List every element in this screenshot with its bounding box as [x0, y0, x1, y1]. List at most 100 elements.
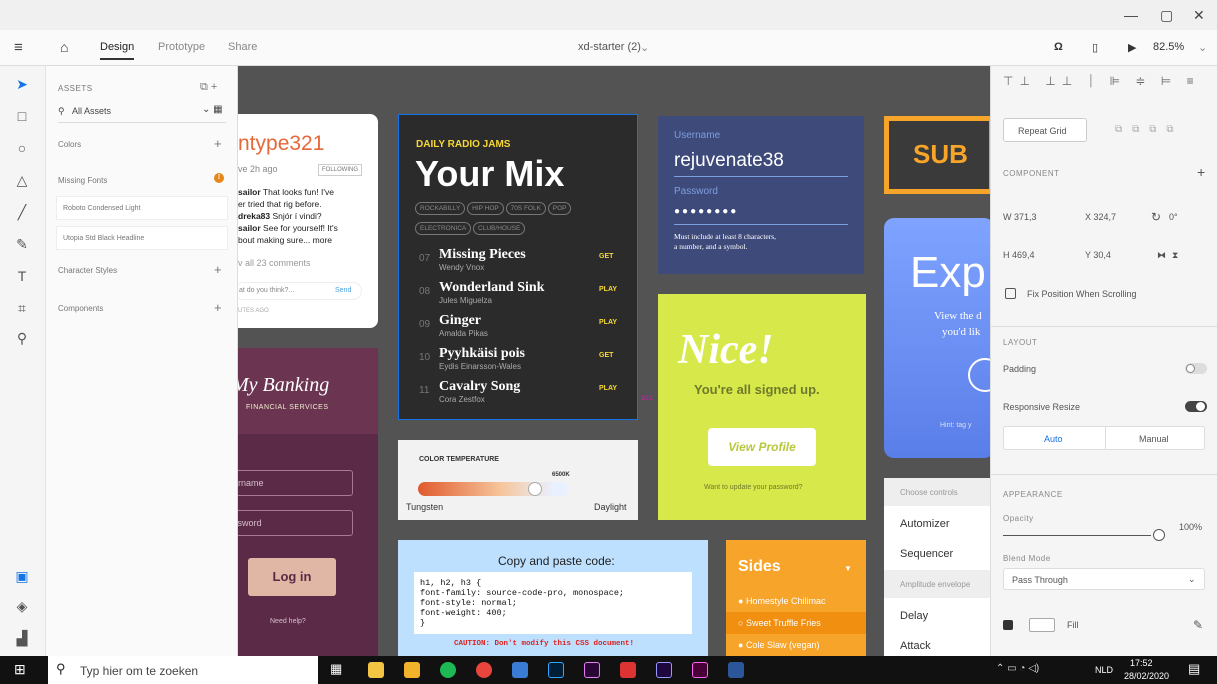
mix-card[interactable]: DAILY RADIO JAMS Your Mix ROCKABILLY HIP…	[398, 114, 638, 420]
code-block[interactable]: h1, h2, h3 {font-family: source-code-pro…	[414, 572, 692, 634]
line-tool-icon[interactable]: ╱	[12, 202, 32, 222]
add-component-icon[interactable]: +	[214, 300, 222, 315]
opacity-slider[interactable]	[1003, 535, 1151, 536]
auto-option[interactable]: Auto	[1044, 434, 1063, 444]
clock-date[interactable]: 28/02/2020	[1124, 671, 1169, 681]
taskbar-search[interactable]: ⚲ Typ hier om te zoeken	[48, 656, 318, 684]
x-field[interactable]: X 324,7	[1085, 212, 1116, 222]
blend-mode-select[interactable]: Pass Through ⌄	[1003, 568, 1205, 590]
device-preview-icon[interactable]: ▯	[1092, 41, 1098, 54]
task-view-icon[interactable]: ▦	[330, 661, 342, 677]
color-temperature-card[interactable]: COLOR TEMPERATURE 6500K Tungsten Dayligh…	[398, 440, 638, 520]
tag[interactable]: 70S FOLK	[505, 202, 546, 215]
track-row[interactable]: 10 Pyyhkäisi pois Eydis Einarsson-Wales GET	[399, 344, 637, 374]
chevron-down-icon[interactable]: ▼	[844, 564, 852, 573]
fix-position-checkbox[interactable]	[1005, 288, 1016, 299]
grid-view-icon[interactable]: ⌄ ▦	[202, 104, 223, 115]
social-card[interactable]: ntype321 ve 2h ago FOLLOWING sailor That…	[238, 114, 378, 328]
after-effects-icon[interactable]	[656, 662, 672, 678]
font-item[interactable]: Utopia Std Black Headline	[56, 226, 228, 250]
update-password-link[interactable]: Want to update your password?	[704, 484, 803, 491]
subscribe-card[interactable]: SUB	[884, 116, 990, 194]
layers-icon[interactable]: ◈	[12, 596, 32, 616]
store-icon[interactable]	[368, 662, 384, 678]
maximize-button[interactable]: ▢	[1160, 7, 1173, 24]
sides-card[interactable]: Sides ▼ ● Homestyle Chilimac ○ Sweet Tru…	[726, 540, 866, 656]
track-row[interactable]: 11 Cavalry Song Cora Zestfox PLAY	[399, 377, 637, 407]
plugins-icon[interactable]: ▟	[12, 628, 32, 648]
zoom-level[interactable]: 82.5%	[1153, 41, 1184, 53]
control-item-attack[interactable]: Attack	[900, 640, 931, 652]
xd-icon[interactable]	[692, 662, 708, 678]
notifications-icon[interactable]: ▤	[1188, 661, 1200, 677]
app-icon[interactable]	[512, 662, 528, 678]
windows-start-icon[interactable]: ⊞	[14, 661, 26, 678]
list-item[interactable]: ○ Sweet Truffle Fries	[726, 612, 866, 634]
control-item-delay[interactable]: Delay	[900, 610, 928, 622]
list-item[interactable]: ● Cole Slaw (vegan)	[726, 634, 866, 656]
hamburger-menu-icon[interactable]: ≡	[14, 39, 23, 56]
password-field[interactable]: ssword	[238, 510, 353, 536]
play-icon[interactable]: ▶	[1128, 41, 1136, 54]
add-component-icon[interactable]: +	[1197, 164, 1205, 180]
align-tools-icon[interactable]: ⊤⊥ ⊥⊥ ⏐ ⊫ ≑ ⊨ ≡	[1003, 74, 1200, 89]
character-styles-section[interactable]: Character Styles	[58, 266, 117, 275]
colors-section[interactable]: Colors	[58, 140, 81, 149]
text-tool-icon[interactable]: T	[12, 266, 32, 286]
tag[interactable]: ELECTRONICA	[415, 222, 472, 235]
add-character-style-icon[interactable]: +	[214, 262, 222, 277]
slider-handle[interactable]	[528, 482, 542, 496]
track-row[interactable]: 08 Wonderland Sink Jules Miguelza PLAY	[399, 278, 637, 308]
track-row[interactable]: 09 Ginger Amalda Pikas PLAY	[399, 311, 637, 341]
assets-panel-icon[interactable]: ▣	[12, 566, 32, 586]
rotation-field[interactable]: 0°	[1169, 212, 1178, 222]
minimize-button[interactable]: —	[1124, 7, 1138, 23]
banking-card[interactable]: My Banking FINANCIAL SERVICES ername ssw…	[238, 348, 378, 656]
login-card[interactable]: Username rejuvenate38 Password ●●●●●●●● …	[658, 116, 864, 274]
opacity-value[interactable]: 100%	[1179, 522, 1202, 532]
follow-button[interactable]: FOLLOWING	[318, 164, 363, 176]
control-item-sequencer[interactable]: Sequencer	[900, 548, 953, 560]
tag[interactable]: POP	[547, 202, 572, 215]
padding-toggle[interactable]	[1185, 363, 1207, 374]
track-action-button[interactable]: PLAY	[599, 286, 617, 293]
send-button[interactable]: Send	[335, 287, 351, 294]
tag[interactable]: ROCKABILLY	[415, 202, 466, 215]
add-color-icon[interactable]: +	[214, 136, 222, 151]
eyedropper-icon[interactable]: ✎	[1193, 618, 1203, 632]
ellipse-tool-icon[interactable]: ○	[12, 138, 32, 158]
system-tray-icons[interactable]: ⌃ ▭ ◔ ◁)	[996, 663, 1039, 674]
language-indicator[interactable]: NLD	[1095, 665, 1113, 675]
flip-icon[interactable]: ⧓⧗	[1157, 250, 1184, 261]
responsive-resize-toggle[interactable]	[1185, 401, 1207, 412]
width-field[interactable]: W 371,3	[1003, 212, 1037, 222]
track-action-button[interactable]: PLAY	[599, 385, 617, 392]
username-value[interactable]: rejuvenate38	[674, 150, 784, 172]
font-item[interactable]: Roboto Condensed Light	[56, 196, 228, 220]
search-icon[interactable]: ⚲	[58, 106, 65, 117]
manual-option[interactable]: Manual	[1139, 434, 1169, 444]
height-field[interactable]: H 469,4	[1003, 250, 1035, 260]
view-profile-button[interactable]: View Profile	[708, 428, 816, 466]
login-button[interactable]: Log in	[248, 558, 336, 596]
control-item-automizer[interactable]: Automizer	[900, 518, 950, 530]
pen-tool-icon[interactable]: ✎	[12, 234, 32, 254]
document-title[interactable]: xd-starter (2)	[578, 41, 641, 53]
word-icon[interactable]	[728, 662, 744, 678]
clock-time[interactable]: 17:52	[1130, 658, 1153, 668]
list-item[interactable]: ● Homestyle Chilimac	[726, 590, 866, 612]
explore-card[interactable]: Exp View the d you'd lik Hint: tag y	[884, 218, 990, 458]
tab-share[interactable]: Share	[228, 41, 257, 53]
controls-card[interactable]: Choose controls Automizer Sequencer Ampl…	[884, 478, 990, 656]
comment-input[interactable]: at do you think?... Send	[238, 282, 362, 300]
username-field[interactable]: ername	[238, 470, 353, 496]
tab-design[interactable]: Design	[100, 41, 134, 53]
tag[interactable]: HIP HOP	[467, 202, 504, 215]
missing-fonts-section[interactable]: Missing Fonts	[58, 176, 107, 185]
tab-prototype[interactable]: Prototype	[158, 41, 205, 53]
explore-circle-icon[interactable]	[968, 358, 990, 392]
track-action-button[interactable]: GET	[599, 253, 613, 260]
user-icon[interactable]: Ω	[1054, 41, 1063, 53]
photoshop-icon[interactable]	[548, 662, 564, 678]
spotify-icon[interactable]	[440, 662, 456, 678]
